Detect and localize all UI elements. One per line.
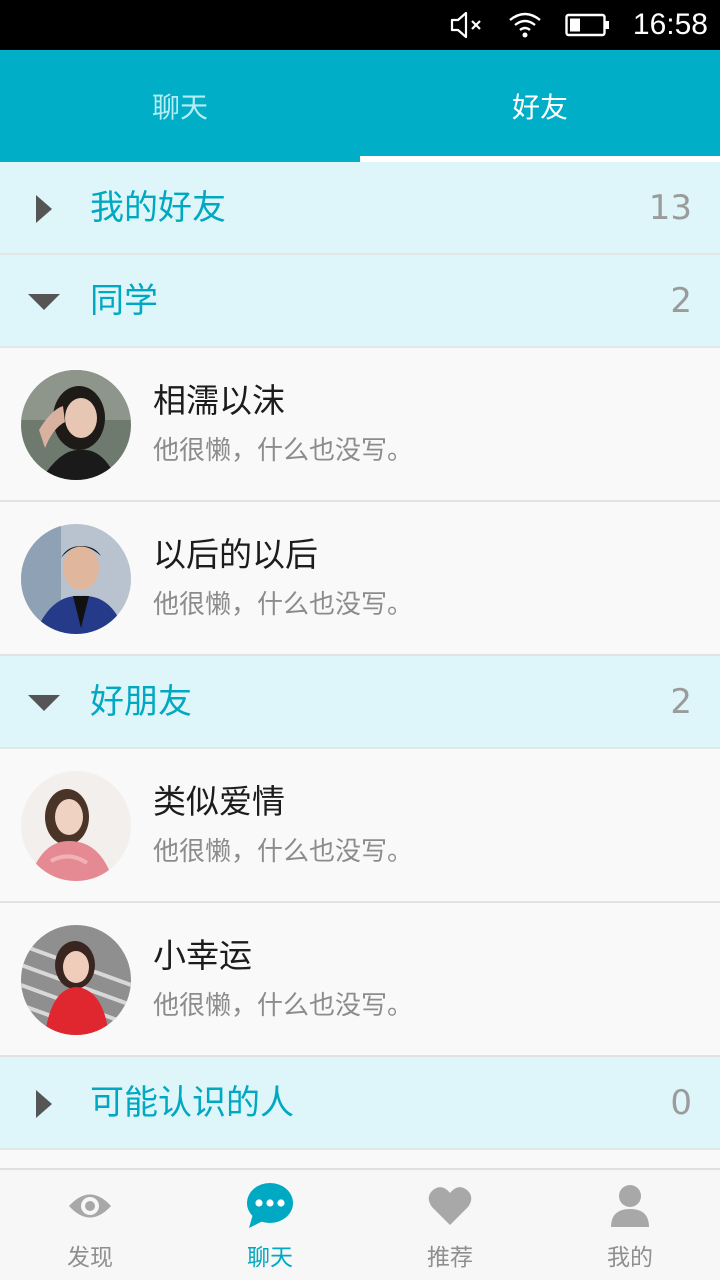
avatar — [21, 370, 131, 480]
person-icon — [540, 1182, 720, 1230]
group-title: 可能认识的人 — [90, 1083, 294, 1123]
friend-name: 类似爱情 — [153, 782, 285, 821]
clock: 16:58 — [632, 8, 708, 41]
wifi-icon — [507, 10, 543, 40]
nav-recommend[interactable]: 推荐 — [360, 1170, 540, 1280]
friend-row[interactable]: 相濡以沫 他很懒，什么也没写。 — [0, 348, 720, 502]
friend-name: 以后的以后 — [153, 535, 318, 574]
heart-icon — [360, 1182, 540, 1230]
friend-name: 相濡以沫 — [153, 381, 285, 420]
status-bar: 16:58 — [0, 0, 720, 50]
group-count: 2 — [670, 281, 692, 321]
group-title: 我的好友 — [90, 188, 226, 228]
caret-down-icon — [26, 255, 62, 348]
friend-name: 小幸运 — [153, 936, 252, 975]
caret-down-icon — [26, 656, 62, 749]
friend-signature: 他很懒，什么也没写。 — [153, 991, 414, 1021]
mute-icon — [449, 10, 485, 40]
group-header-good-friends[interactable]: 好朋友 2 — [0, 656, 720, 749]
friend-signature: 他很懒，什么也没写。 — [153, 436, 414, 466]
nav-label: 推荐 — [427, 1245, 473, 1271]
tab-friends[interactable]: 好友 — [360, 50, 720, 162]
battery-icon — [565, 12, 611, 38]
friend-row[interactable]: 小幸运 他很懒，什么也没写。 — [0, 903, 720, 1057]
nav-label: 聊天 — [247, 1245, 293, 1271]
nav-me[interactable]: 我的 — [540, 1170, 720, 1280]
nav-label: 我的 — [607, 1245, 653, 1271]
friend-row[interactable]: 类似爱情 他很懒，什么也没写。 — [0, 749, 720, 903]
caret-right-icon — [26, 162, 62, 255]
bottom-nav: 发现 聊天 推荐 我的 — [0, 1168, 720, 1280]
chat-bubble-icon — [180, 1182, 360, 1230]
nav-label: 发现 — [67, 1245, 113, 1271]
group-header-people-you-may-know[interactable]: 可能认识的人 0 — [0, 1057, 720, 1150]
tab-chat[interactable]: 聊天 — [0, 50, 360, 162]
nav-chat[interactable]: 聊天 — [180, 1170, 360, 1280]
group-count: 2 — [670, 682, 692, 722]
eye-icon — [0, 1182, 180, 1230]
friend-group-list: 我的好友 13 同学 2 相濡以沫 他很懒，什么也没写。 以后的以后 他很懒，什… — [0, 162, 720, 1150]
group-count: 0 — [670, 1083, 692, 1123]
avatar — [21, 524, 131, 634]
nav-discover[interactable]: 发现 — [0, 1170, 180, 1280]
caret-right-icon — [26, 1057, 62, 1150]
group-count: 13 — [648, 188, 692, 228]
avatar — [21, 925, 131, 1035]
friend-signature: 他很懒，什么也没写。 — [153, 837, 414, 867]
friend-row[interactable]: 以后的以后 他很懒，什么也没写。 — [0, 502, 720, 656]
group-title: 好朋友 — [90, 682, 192, 722]
friend-signature: 他很懒，什么也没写。 — [153, 590, 414, 620]
group-header-my-friends[interactable]: 我的好友 13 — [0, 162, 720, 255]
top-tab-bar: 聊天 好友 — [0, 50, 720, 162]
group-title: 同学 — [90, 281, 158, 321]
group-header-classmates[interactable]: 同学 2 — [0, 255, 720, 348]
avatar — [21, 771, 131, 881]
